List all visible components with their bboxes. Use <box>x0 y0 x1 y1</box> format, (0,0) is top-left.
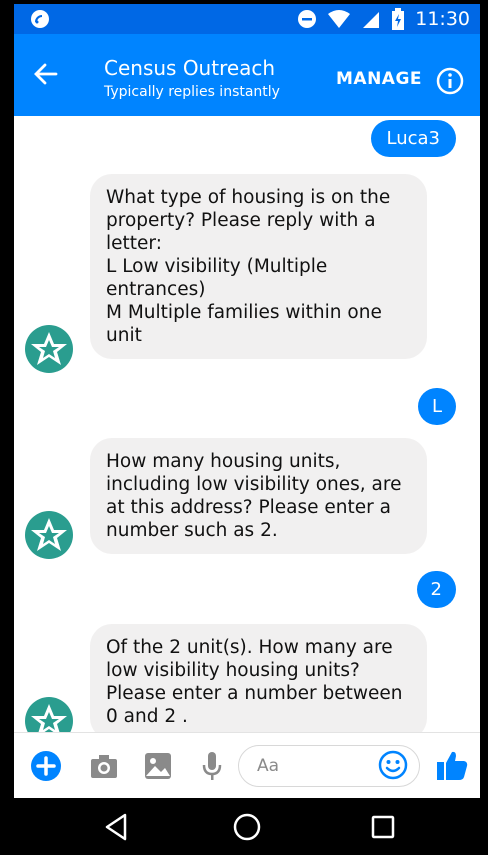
battery-icon <box>392 8 405 30</box>
plus-icon[interactable] <box>30 750 62 782</box>
conversation-title[interactable]: Census Outreach <box>104 56 275 80</box>
manage-button[interactable]: MANAGE <box>336 69 422 89</box>
android-nav-bar <box>14 798 480 855</box>
notification-icon <box>31 10 49 28</box>
status-time: 11:30 <box>415 8 470 30</box>
emoji-icon[interactable] <box>378 750 408 780</box>
message-outgoing[interactable]: L <box>417 388 456 425</box>
microphone-icon[interactable] <box>196 750 228 782</box>
signal-icon <box>363 12 380 28</box>
bot-avatar[interactable] <box>24 510 74 560</box>
chat-header: Census Outreach Typically replies instan… <box>14 34 480 116</box>
message-list[interactable]: Luca3 What type of housing is on the pro… <box>14 116 480 732</box>
conversation-subtitle: Typically replies instantly <box>104 84 280 100</box>
message-incoming[interactable]: What type of housing is on the property?… <box>90 174 427 359</box>
message-outgoing[interactable]: Luca3 <box>370 120 456 157</box>
message-input-placeholder: Aa <box>257 756 280 776</box>
dnd-icon <box>298 10 317 28</box>
status-bar: 11:30 <box>14 4 480 34</box>
info-icon[interactable] <box>436 67 464 95</box>
camera-icon[interactable] <box>88 750 120 782</box>
image-icon[interactable] <box>142 750 174 782</box>
back-arrow-icon[interactable] <box>32 60 60 88</box>
phone-screen: 11:30 Census Outreach Typically replies … <box>14 4 480 855</box>
device-frame: 11:30 Census Outreach Typically replies … <box>0 0 488 855</box>
nav-home-icon[interactable] <box>230 810 264 844</box>
message-outgoing[interactable]: 2 <box>416 571 456 608</box>
message-composer: Aa <box>14 732 480 799</box>
nav-back-icon[interactable] <box>99 810 133 844</box>
bot-avatar[interactable] <box>24 324 74 374</box>
bot-avatar[interactable] <box>24 696 74 732</box>
message-incoming[interactable]: Of the 2 unit(s). How many are low visib… <box>90 624 427 732</box>
thumbs-up-icon[interactable] <box>435 748 469 782</box>
message-incoming[interactable]: How many housing units, including low vi… <box>90 438 427 554</box>
nav-recents-icon[interactable] <box>366 810 400 844</box>
wifi-icon <box>328 10 351 28</box>
status-icons: 11:30 <box>297 7 470 31</box>
